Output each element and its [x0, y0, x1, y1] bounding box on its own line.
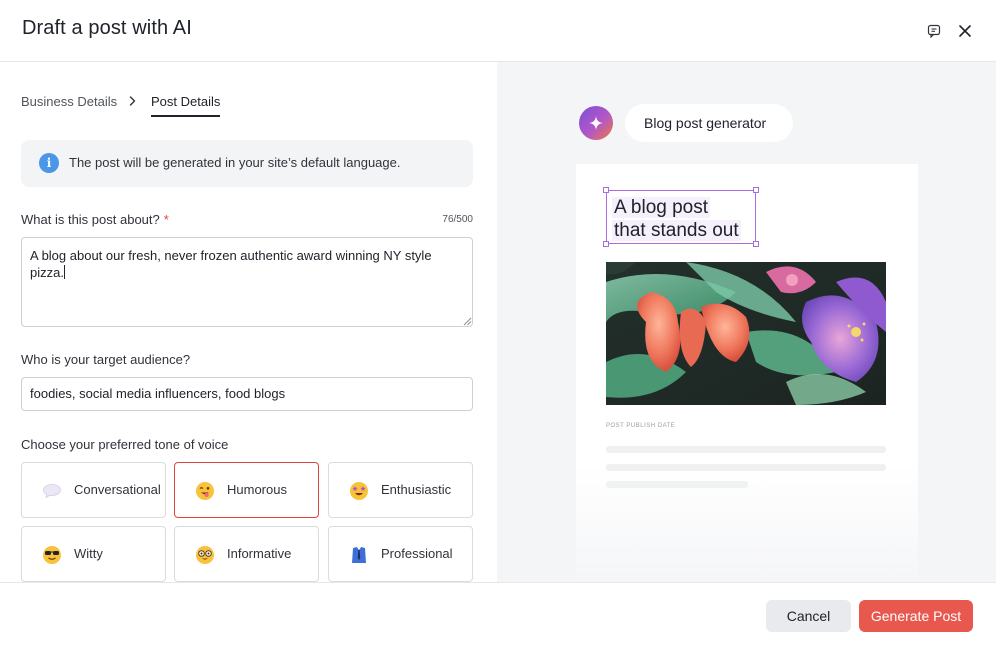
info-icon: i [39, 153, 59, 173]
tone-option-conversational[interactable]: Conversational [21, 462, 166, 518]
selection-handle [753, 187, 759, 193]
suit-icon [352, 547, 366, 563]
placeholder-text-line [606, 446, 886, 453]
generate-post-button[interactable]: Generate Post [859, 600, 973, 632]
post-publish-date-label: POST PUBLISH DATE [606, 423, 676, 429]
resize-handle-icon[interactable] [462, 316, 472, 326]
required-asterisk: * [163, 212, 169, 227]
winking-tongue-face-icon [196, 482, 214, 500]
tone-option-informative[interactable]: Informative [174, 526, 319, 582]
post-about-label-text: What is this post about? [21, 212, 160, 227]
selection-box [606, 190, 756, 244]
tone-option-enthusiastic[interactable]: Enthusiastic [328, 462, 473, 518]
floral-illustration-image [606, 262, 886, 405]
tone-option-label: Enthusiastic [381, 482, 452, 497]
chevron-right-icon [129, 96, 136, 106]
tone-label: Choose your preferred tone of voice [21, 437, 229, 452]
info-banner-text: The post will be generated in your site’… [69, 155, 401, 170]
tone-option-label: Humorous [227, 482, 287, 497]
post-about-value: A blog about our fresh, never frozen aut… [30, 248, 432, 280]
close-button[interactable] [954, 20, 976, 42]
chat-bubble-icon [927, 24, 941, 38]
tone-option-witty[interactable]: Witty [21, 526, 166, 582]
dialog-header: Draft a post with AI [0, 0, 996, 62]
tone-option-professional[interactable]: Professional [328, 526, 473, 582]
tone-option-label: Professional [381, 546, 453, 561]
text-caret [63, 265, 65, 279]
tone-option-label: Informative [227, 546, 292, 561]
tone-option-humorous[interactable]: Humorous [174, 462, 319, 518]
ai-sparkle-icon [579, 106, 613, 140]
speech-bubble-icon [43, 484, 61, 499]
tone-option-label: Witty [74, 546, 103, 561]
selection-handle [603, 241, 609, 247]
character-counter: 76/500 [442, 214, 473, 225]
breadcrumb-post-details[interactable]: Post Details [151, 94, 221, 117]
form-panel: Business Details Post Details i The post… [0, 62, 497, 582]
nerd-face-icon [196, 546, 214, 564]
sunglasses-face-icon [43, 546, 61, 564]
sparkle-icon [589, 116, 603, 130]
audience-label: Who is your target audience? [21, 352, 191, 367]
post-about-label: What is this post about? * [21, 212, 169, 227]
breadcrumb-business-details[interactable]: Business Details [21, 94, 117, 109]
blog-preview-card: A blog post that stands out POST PUBLISH… [576, 164, 918, 582]
info-banner: i The post will be generated in your sit… [21, 140, 473, 187]
blog-post-generator-chip: Blog post generator [625, 104, 793, 142]
star-struck-face-icon [350, 482, 368, 500]
selection-handle [603, 187, 609, 193]
preview-fade-overlay [576, 464, 918, 582]
close-icon [959, 25, 971, 37]
audience-input[interactable]: foodies, social media influencers, food … [21, 377, 473, 411]
tone-option-label: Conversational [74, 482, 161, 497]
dialog-footer: Cancel Generate Post [0, 582, 996, 645]
dialog-title: Draft a post with AI [22, 17, 192, 39]
feedback-button[interactable] [923, 20, 945, 42]
selection-handle [753, 241, 759, 247]
preview-panel: Blog post generator A blog post that sta… [497, 62, 996, 582]
post-about-textarea[interactable]: A blog about our fresh, never frozen aut… [21, 237, 473, 327]
cancel-button[interactable]: Cancel [766, 600, 851, 632]
